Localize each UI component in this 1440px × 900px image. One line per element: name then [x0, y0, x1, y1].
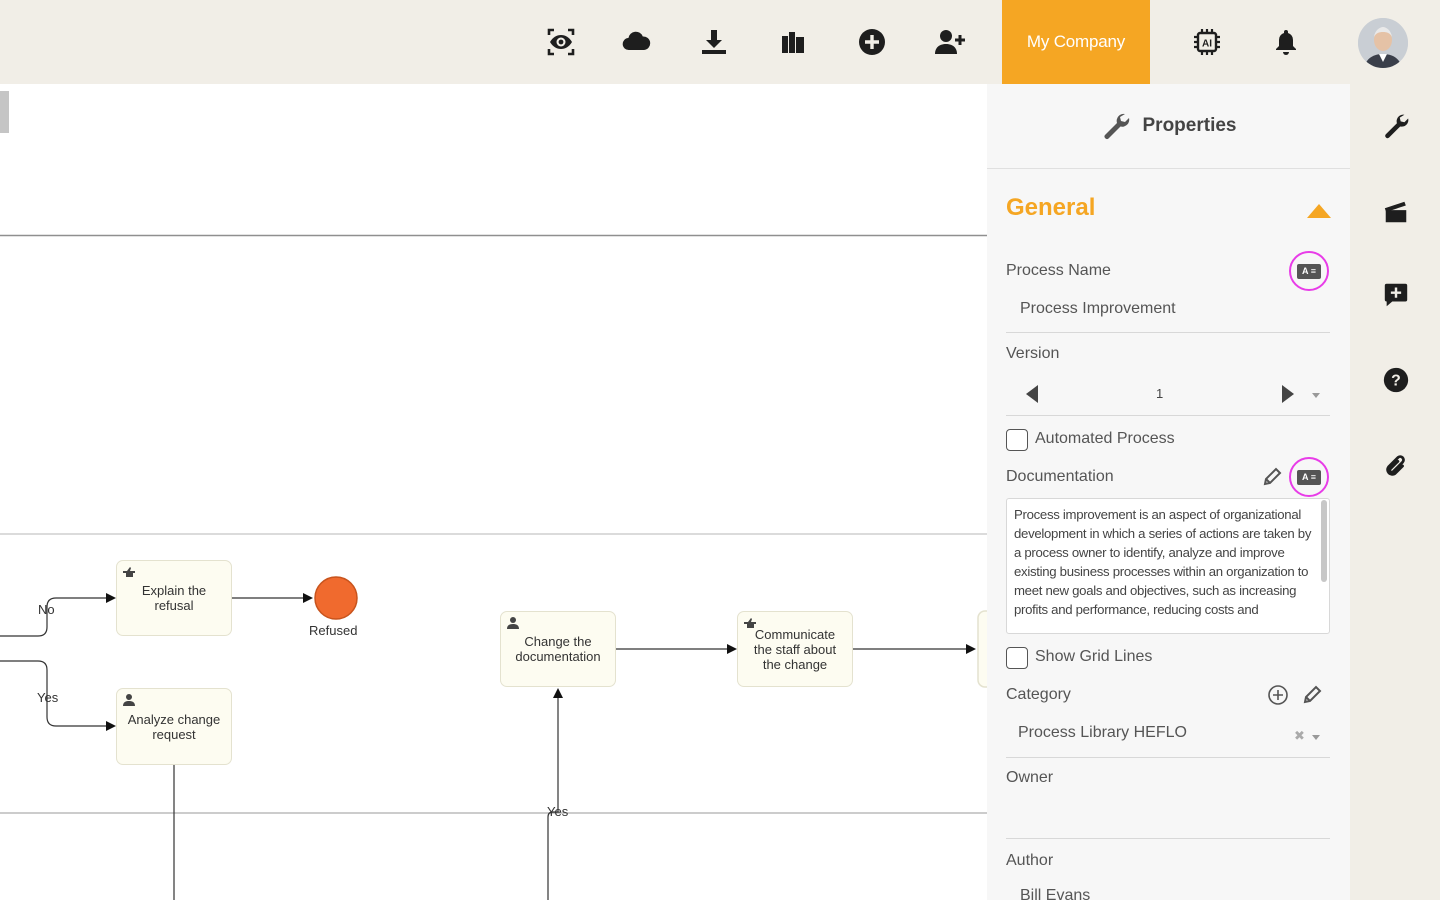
help-icon[interactable]: ? — [1381, 365, 1411, 395]
panel-title: Properties — [1142, 115, 1237, 136]
add-circle-icon[interactable] — [1267, 684, 1289, 706]
process-name-label: Process Name — [1006, 262, 1111, 279]
chevron-down-icon[interactable] — [1312, 735, 1320, 740]
library-icon[interactable] — [775, 24, 811, 60]
svg-text:AI: AI — [1202, 39, 1212, 50]
show-grid-lines-label: Show Grid Lines — [1035, 648, 1153, 665]
documentation-label: Documentation — [1006, 468, 1114, 485]
version-prev-icon[interactable] — [1026, 385, 1038, 403]
cloud-icon[interactable] — [618, 24, 654, 60]
clapperboard-icon[interactable] — [1381, 197, 1411, 227]
top-bar: My Company AI — [0, 0, 1440, 84]
category-label: Category — [1006, 686, 1071, 703]
eye-scan-icon[interactable] — [543, 24, 579, 60]
properties-panel: Properties General Process Name A ≡ Proc… — [987, 84, 1350, 900]
documentation-textarea[interactable]: Process improvement is an aspect of orga… — [1006, 498, 1330, 634]
task-label: Analyze change request — [127, 711, 221, 742]
documentation-scrollbar[interactable] — [1321, 500, 1327, 582]
translate-badge-icon[interactable]: A ≡ — [1289, 457, 1329, 497]
end-event[interactable] — [314, 576, 358, 620]
right-rail: ? — [1350, 84, 1440, 900]
author-field[interactable]: Bill Evans — [1006, 887, 1330, 900]
badge-text: A ≡ — [1297, 469, 1321, 485]
task-analyze-change[interactable]: Analyze change request — [116, 688, 232, 765]
task-label: Explain the refusal — [141, 583, 207, 613]
paperclip-icon[interactable] — [1381, 451, 1411, 481]
svg-text:?: ? — [1391, 373, 1401, 390]
version-selector[interactable]: 1 — [1006, 380, 1330, 416]
wrench-icon[interactable] — [1381, 111, 1411, 141]
badge-text: A ≡ — [1297, 263, 1321, 279]
version-value: 1 — [1156, 386, 1164, 401]
wrench-icon — [1104, 113, 1129, 139]
owner-field[interactable] — [1006, 794, 1330, 839]
task-label: Change the documentation — [515, 634, 601, 664]
flow-label-no: No — [38, 602, 55, 617]
automated-process-label: Automated Process — [1035, 430, 1175, 447]
user-task-icon — [507, 617, 519, 629]
task-label: Communicate the staff about the change — [753, 626, 837, 672]
flow-label-yes: Yes — [547, 804, 569, 819]
chevron-down-icon[interactable] — [1312, 393, 1320, 398]
download-icon[interactable] — [696, 24, 732, 60]
flow-label-yes: Yes — [37, 690, 59, 705]
task-change-documentation[interactable]: Change the documentation — [500, 611, 616, 687]
automated-process-checkbox[interactable] — [1006, 429, 1028, 451]
task-communicate-staff[interactable]: Communicate the staff about the change — [737, 611, 853, 687]
company-button[interactable]: My Company — [1002, 0, 1150, 84]
avatar[interactable] — [1358, 18, 1408, 68]
section-general[interactable]: General — [1006, 194, 1095, 222]
ai-chip-icon[interactable]: AI — [1189, 24, 1225, 60]
collapse-caret-icon[interactable] — [1307, 204, 1331, 218]
translate-badge-icon[interactable]: A ≡ — [1289, 251, 1329, 291]
end-event-label: Refused — [309, 623, 358, 638]
add-circle-icon[interactable] — [854, 24, 890, 60]
user-task-icon — [123, 694, 135, 706]
version-next-icon[interactable] — [1282, 385, 1294, 403]
author-label: Author — [1006, 852, 1054, 869]
manual-task-icon — [123, 567, 135, 577]
process-name-field[interactable]: Process Improvement — [1006, 300, 1330, 333]
pencil-icon[interactable] — [1301, 684, 1323, 706]
panel-header: Properties — [987, 84, 1350, 169]
pencil-icon[interactable] — [1261, 466, 1283, 488]
clear-icon[interactable]: ✖ — [1294, 728, 1305, 744]
version-label: Version — [1006, 345, 1060, 362]
category-select[interactable]: Process Library HEFLO — [1006, 724, 1330, 758]
diagram-lines — [0, 91, 987, 900]
owner-label: Owner — [1006, 769, 1054, 786]
task-explain-refusal[interactable]: Explain the refusal — [116, 560, 232, 636]
show-grid-lines-checkbox[interactable] — [1006, 647, 1028, 669]
comment-add-icon[interactable] — [1381, 280, 1411, 310]
add-user-icon[interactable] — [932, 24, 968, 60]
category-value: Process Library HEFLO — [1018, 724, 1187, 741]
bell-icon[interactable] — [1268, 24, 1304, 60]
manual-task-icon — [744, 618, 756, 628]
diagram-canvas[interactable]: Explain the refusal Analyze change reque… — [0, 84, 987, 900]
